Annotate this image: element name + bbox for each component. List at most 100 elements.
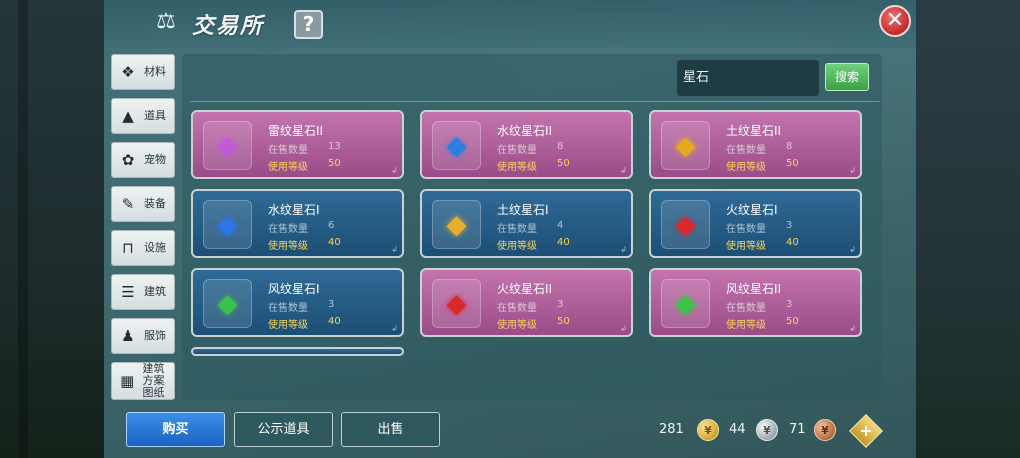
gem-icon: ◆	[217, 130, 238, 161]
item-name: 雷纹星石II	[268, 124, 324, 138]
help-button[interactable]: ?	[294, 10, 323, 39]
stock-value: 3	[786, 299, 793, 310]
stock-value: 3	[786, 220, 793, 231]
item-card[interactable]: ◆ 火纹星石II 在售数量 3 使用等级 50 ↲	[420, 268, 633, 337]
corner-mark-icon: ↲	[849, 245, 856, 254]
item-slot: ◆	[661, 121, 710, 170]
sidebar-item-pets[interactable]: ✿ 宠物	[111, 142, 175, 178]
stock-label: 在售数量	[268, 224, 308, 235]
sidebar-item-equipment[interactable]: ✎ 装备	[111, 186, 175, 222]
stock-label: 在售数量	[726, 145, 766, 156]
corner-mark-icon: ↲	[620, 245, 627, 254]
item-card[interactable]: ◆ 土纹星石II 在售数量 8 使用等级 50 ↲	[649, 110, 862, 179]
level-value: 40	[557, 237, 570, 248]
materials-icon: ❖	[121, 63, 135, 81]
stock-value: 13	[328, 141, 341, 152]
corner-mark-icon: ↲	[849, 166, 856, 175]
props-icon: ▲	[122, 107, 134, 125]
level-label: 使用等级	[268, 241, 308, 252]
level-label: 使用等级	[268, 162, 308, 173]
item-name: 土纹星石II	[726, 124, 782, 138]
sidebar-item-label: 建筑方案图纸	[142, 362, 165, 399]
corner-mark-icon: ↲	[391, 324, 398, 333]
corner-mark-icon: ↲	[391, 245, 398, 254]
level-label: 使用等级	[726, 162, 766, 173]
gem-icon: ◆	[217, 288, 238, 319]
stock-label: 在售数量	[268, 303, 308, 314]
level-label: 使用等级	[497, 241, 537, 252]
item-name: 土纹星石I	[497, 203, 549, 217]
gem-icon: ◆	[675, 288, 696, 319]
scale-icon: ⚖	[156, 9, 176, 34]
facility-icon: ⊓	[122, 239, 134, 257]
item-card[interactable]: ◆ 风纹星石I 在售数量 3 使用等级 40 ↲	[191, 268, 404, 337]
sidebar-item-label: 服饰	[144, 329, 166, 342]
close-button[interactable]: ✕	[879, 5, 911, 37]
stock-label: 在售数量	[497, 224, 537, 235]
silver-amount: 44	[729, 422, 746, 437]
item-card-partial[interactable]	[191, 347, 404, 356]
pet-paw-icon: ✿	[121, 151, 135, 169]
item-card[interactable]: ◆ 火纹星石I 在售数量 3 使用等级 40 ↲	[649, 189, 862, 258]
item-slot: ◆	[432, 200, 481, 249]
level-value: 40	[786, 237, 799, 248]
item-card[interactable]: ◆ 水纹星石II 在售数量 8 使用等级 50 ↲	[420, 110, 633, 179]
item-name: 水纹星石II	[497, 124, 553, 138]
search-input[interactable]: 星石	[677, 60, 819, 96]
background-left	[0, 0, 104, 458]
item-name: 风纹星石I	[268, 282, 320, 296]
level-value: 50	[786, 158, 799, 169]
sidebar-item-blueprint[interactable]: ▦ 建筑方案图纸	[111, 362, 175, 400]
sidebar-item-clothing[interactable]: ♟ 服饰	[111, 318, 175, 354]
level-value: 50	[328, 158, 341, 169]
sidebar-item-facility[interactable]: ⊓ 设施	[111, 230, 175, 266]
item-name: 风纹星石II	[726, 282, 782, 296]
level-value: 50	[557, 316, 570, 327]
sidebar-item-materials[interactable]: ❖ 材料	[111, 54, 175, 90]
level-value: 40	[328, 237, 341, 248]
item-slot: ◆	[432, 121, 481, 170]
gem-icon: ◆	[217, 209, 238, 240]
sidebar-item-label: 材料	[144, 65, 166, 78]
stock-value: 3	[328, 299, 335, 310]
divider	[190, 101, 880, 102]
gem-icon: ◆	[675, 209, 696, 240]
page-title: 交易所	[192, 14, 265, 39]
item-card[interactable]: ◆ 雷纹星石II 在售数量 13 使用等级 50 ↲	[191, 110, 404, 179]
equipment-icon: ✎	[121, 195, 135, 213]
item-slot: ◆	[661, 279, 710, 328]
background-right	[916, 0, 1020, 458]
item-card[interactable]: ◆ 水纹星石I 在售数量 6 使用等级 40 ↲	[191, 189, 404, 258]
stock-value: 3	[557, 299, 564, 310]
sell-button[interactable]: 出售	[341, 412, 440, 447]
corner-mark-icon: ↲	[620, 324, 627, 333]
sidebar-item-label: 宠物	[144, 153, 166, 166]
item-slot: ◆	[432, 279, 481, 328]
stock-label: 在售数量	[726, 303, 766, 314]
building-icon: ☰	[121, 283, 135, 301]
blueprint-icon: ▦	[120, 372, 135, 390]
corner-mark-icon: ↲	[849, 324, 856, 333]
item-slot: ◆	[203, 121, 252, 170]
corner-mark-icon: ↲	[620, 166, 627, 175]
buy-button[interactable]: 购买	[126, 412, 225, 447]
sidebar-item-props[interactable]: ▲ 道具	[111, 98, 175, 134]
level-value: 50	[786, 316, 799, 327]
search-button[interactable]: 搜索	[825, 63, 869, 91]
sidebar-item-building[interactable]: ☰ 建筑	[111, 274, 175, 310]
level-label: 使用等级	[726, 241, 766, 252]
stock-label: 在售数量	[268, 145, 308, 156]
level-label: 使用等级	[268, 320, 308, 331]
copper-amount: 71	[789, 422, 806, 437]
corner-mark-icon: ↲	[391, 166, 398, 175]
level-value: 50	[557, 158, 570, 169]
stock-label: 在售数量	[726, 224, 766, 235]
item-card[interactable]: ◆ 土纹星石I 在售数量 4 使用等级 40 ↲	[420, 189, 633, 258]
gem-icon: ◆	[675, 130, 696, 161]
gem-icon: ◆	[446, 209, 467, 240]
showcase-button[interactable]: 公示道具	[234, 412, 333, 447]
stock-value: 6	[328, 220, 335, 231]
gold-amount: 281	[659, 422, 684, 437]
sidebar-item-label: 建筑	[144, 285, 166, 298]
item-card[interactable]: ◆ 风纹星石II 在售数量 3 使用等级 50 ↲	[649, 268, 862, 337]
